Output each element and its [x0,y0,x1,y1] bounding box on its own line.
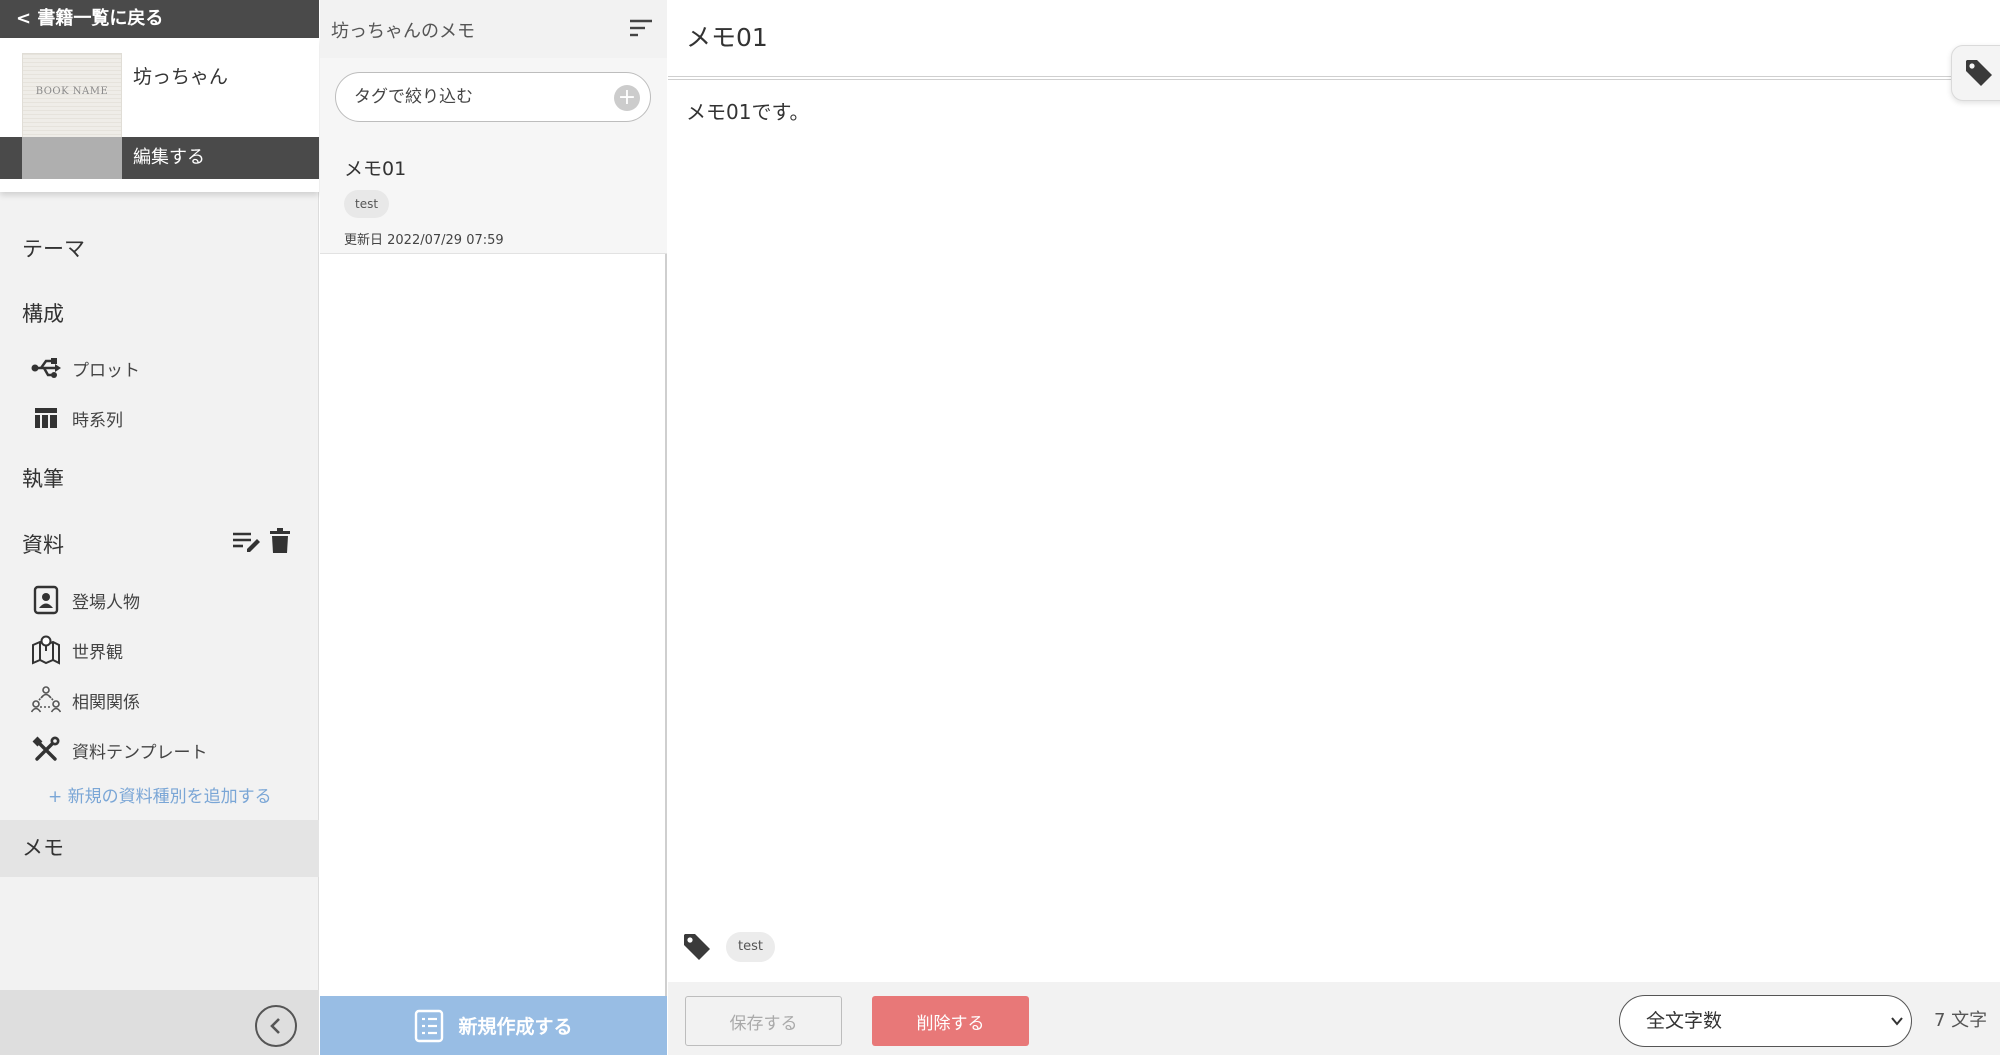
nav-theme[interactable]: テーマ [22,233,85,263]
table-icon [30,403,62,433]
nav-item-label: 世界観 [72,642,123,663]
title-divider [668,76,2000,80]
editor-footer: 保存する 削除する 全文字数 7 文字 [668,982,2000,1055]
nav-memo[interactable]: メモ [0,820,319,877]
nav-materials[interactable]: 資料 [22,529,64,559]
count-mode-select[interactable]: 全文字数 [1619,995,1912,1047]
memo-list-header: 坊っちゃんのメモ [320,0,667,58]
back-to-books-link[interactable]: < 書籍一覧に戻る [0,0,319,38]
map-icon [30,635,62,665]
sort-icon[interactable] [628,18,654,40]
edit-book-label: 編集する [133,147,205,168]
memo-item-title: メモ01 [344,158,407,180]
save-button[interactable]: 保存する [685,996,842,1046]
tools-icon [30,735,62,765]
memo-list-panel: 坊っちゃんのメモ + メモ01 test 更新日 2022/07/29 07:5… [320,0,667,1055]
edit-book-button[interactable]: 編集する [0,137,319,179]
nav-item-label: プロット [72,360,140,381]
memo-title-input[interactable] [686,14,1926,58]
tag-filter-row: + [320,58,667,134]
memo-item-updated: 更新日 2022/07/29 07:59 [344,233,504,248]
chevron-left-icon [270,1018,280,1034]
memo-item-tag: test [344,190,390,218]
chevron-down-icon [1891,1017,1903,1026]
count-mode-value: 全文字数 [1646,1010,1723,1032]
nav-item-label: 時系列 [72,410,123,431]
memo-list-item[interactable]: メモ01 test 更新日 2022/07/29 07:59 [320,134,667,254]
tag-icon [1966,60,1992,86]
nav-structure[interactable]: 構成 [22,298,64,328]
nav-item-world[interactable]: 世界観 [30,632,123,668]
memo-editor: メモ01です。 test 保存する 削除する 全文字数 7 文字 [668,0,2000,1055]
nav-item-relations[interactable]: 相関関係 [30,682,140,718]
nav-item-label: 登場人物 [72,592,140,613]
tag-filter: + [335,72,651,122]
collapse-sidebar-button[interactable] [255,1005,297,1047]
nav-item-timeline[interactable]: 時系列 [30,400,123,436]
memo-list-title: 坊っちゃんのメモ [331,21,475,42]
nav-item-plot[interactable]: プロット [30,350,140,386]
book-card: BOOK NAME 坊っちゃん 編集する [0,38,319,192]
nav-item-templates[interactable]: 資料テンプレート [30,732,208,768]
tag-filter-input[interactable] [354,73,594,121]
edit-list-icon[interactable] [232,530,262,558]
book-title: 坊っちゃん [133,66,229,88]
trash-icon[interactable] [269,528,291,558]
nav-item-label: 資料テンプレート [72,742,208,763]
nav-item-characters[interactable]: 登場人物 [30,582,140,618]
nav-writing[interactable]: 執筆 [22,463,64,493]
sidebar-footer [0,990,319,1055]
new-document-icon [414,1009,444,1043]
delete-button[interactable]: 削除する [872,996,1029,1046]
sidebar: < 書籍一覧に戻る BOOK NAME 坊っちゃん 編集する テーマ 構成 プロ… [0,0,319,1055]
add-tag-filter-icon[interactable]: + [614,85,640,111]
add-material-type-link[interactable]: + 新規の資料種別を追加する [48,782,272,807]
editor-tags: test [682,930,775,964]
relations-icon [30,685,62,715]
usb-icon [30,353,62,383]
new-memo-button[interactable]: 新規作成する [320,996,667,1055]
memo-body-textarea[interactable]: メモ01です。 [686,96,1976,896]
new-memo-label: 新規作成する [458,1016,573,1038]
char-count: 7 文字 [1934,1010,1988,1031]
cover-overlay [22,137,122,179]
person-card-icon [30,585,62,615]
tag-icon [684,934,710,960]
nav-item-label: 相関関係 [72,692,140,713]
tag-panel-toggle[interactable] [1951,45,2000,101]
book-cover-label: BOOK NAME [35,86,109,97]
editor-tag-chip[interactable]: test [726,932,775,962]
